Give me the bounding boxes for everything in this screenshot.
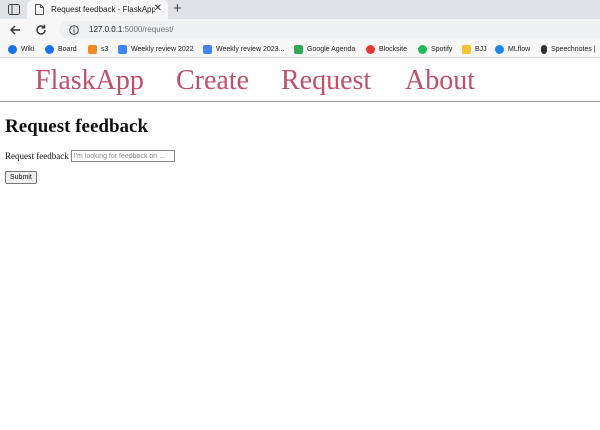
site-info-icon[interactable] xyxy=(69,24,79,35)
bookmark-label: Weekly review 2023... xyxy=(216,45,285,53)
tab-strip: Request feedback - FlaskApp ✕ + xyxy=(0,0,600,19)
bookmark-label: Speechnotes | xyxy=(551,45,596,53)
bookmark-spotify[interactable]: Spotify xyxy=(418,43,452,55)
url-path: :5000/request/ xyxy=(122,25,174,34)
url-text: 127.0.0.1:5000/request/ xyxy=(89,25,174,34)
mlflow-icon xyxy=(495,44,504,54)
submit-button[interactable]: Submit xyxy=(5,171,37,184)
doc-icon xyxy=(118,44,127,54)
folder-icon xyxy=(462,44,471,54)
bookmark-label: s3 xyxy=(101,45,109,53)
mic-icon xyxy=(541,44,547,54)
cloud-icon xyxy=(8,44,17,54)
url-host: 127.0.0.1 xyxy=(89,25,123,34)
bookmark-wiki[interactable]: Wiki xyxy=(8,43,34,55)
bookmark-google-agenda[interactable]: Google Agenda xyxy=(294,43,355,55)
page-favicon-icon xyxy=(35,4,45,16)
tab-actions-icon[interactable] xyxy=(7,3,20,15)
cloud-icon xyxy=(45,44,54,54)
spotify-icon xyxy=(418,44,427,54)
calendar-icon xyxy=(294,44,303,54)
tab-title: Request feedback - FlaskApp xyxy=(51,5,155,14)
address-bar[interactable]: 127.0.0.1:5000/request/ xyxy=(59,21,600,38)
feedback-label: Request feedback xyxy=(5,151,69,161)
nav-about-link[interactable]: About xyxy=(405,65,475,97)
doc-icon xyxy=(203,44,212,54)
bookmark-label: Board xyxy=(58,45,77,53)
bookmark-speechnotes[interactable]: Speechnotes | xyxy=(541,43,596,55)
bookmark-bjj[interactable]: BJJ xyxy=(462,43,487,55)
close-tab-icon[interactable]: ✕ xyxy=(154,3,162,15)
bookmark-label: Blocksite xyxy=(379,45,408,53)
shield-icon xyxy=(366,44,375,54)
reload-icon[interactable] xyxy=(33,22,49,38)
nav-create-link[interactable]: Create xyxy=(176,65,249,97)
bookmark-label: MLflow xyxy=(508,45,531,53)
feedback-input[interactable] xyxy=(70,150,175,162)
site-nav: FlaskApp Create Request About xyxy=(0,58,600,102)
bookmark-label: Spotify xyxy=(431,45,453,53)
feedback-form-row: Request feedback xyxy=(5,150,175,162)
bookmark-label: Wiki xyxy=(21,45,35,53)
bookmarks-bar: Wiki Board s3 Weekly review 2022 Weekly … xyxy=(0,40,600,58)
bookmark-label: BJJ xyxy=(475,45,487,53)
bookmark-label: Google Agenda xyxy=(307,45,356,53)
page-viewport: FlaskApp Create Request About Request fe… xyxy=(0,58,600,430)
bookmark-board[interactable]: Board xyxy=(45,43,77,55)
nav-request-link[interactable]: Request xyxy=(281,65,371,97)
browser-tab-active[interactable]: Request feedback - FlaskApp ✕ xyxy=(27,0,168,19)
browser-toolbar: 127.0.0.1:5000/request/ xyxy=(0,19,600,40)
cube-icon xyxy=(88,44,97,54)
back-arrow-icon[interactable] xyxy=(7,22,23,38)
new-tab-icon[interactable]: + xyxy=(173,1,182,17)
bookmark-weekly-2022[interactable]: Weekly review 2022 xyxy=(118,43,194,55)
nav-brand-link[interactable]: FlaskApp xyxy=(35,65,144,97)
bookmark-s3[interactable]: s3 xyxy=(88,43,108,55)
bookmark-weekly-2023[interactable]: Weekly review 2023... xyxy=(203,43,284,55)
bookmark-label: Weekly review 2022 xyxy=(131,45,194,53)
bookmark-mlflow[interactable]: MLflow xyxy=(495,43,530,55)
bookmark-blocksite[interactable]: Blocksite xyxy=(366,43,407,55)
page-title: Request feedback xyxy=(5,116,149,137)
